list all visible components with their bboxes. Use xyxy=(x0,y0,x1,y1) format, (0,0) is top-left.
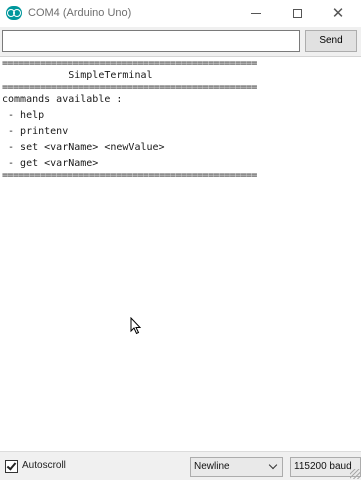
output-line: - set <varName> <newValue> xyxy=(2,142,165,153)
mouse-pointer-icon xyxy=(130,317,142,335)
maximize-button[interactable] xyxy=(280,0,314,27)
output-line: commands available : xyxy=(2,94,123,105)
send-bar: Send xyxy=(0,27,361,57)
window-title: COM4 (Arduino Uno) xyxy=(28,7,132,19)
baud-rate-value: 115200 baud xyxy=(294,461,352,472)
autoscroll-checkbox[interactable] xyxy=(5,460,18,473)
status-bar: Autoscroll Newline 115200 baud xyxy=(0,451,361,480)
output-line: ========================================… xyxy=(2,58,257,69)
serial-output[interactable]: ========================================… xyxy=(0,58,361,450)
output-line: ========================================… xyxy=(2,170,257,181)
send-input[interactable] xyxy=(2,30,300,52)
output-line: - printenv xyxy=(2,126,69,137)
resize-grip-icon[interactable] xyxy=(350,469,360,479)
arduino-logo-icon xyxy=(6,6,22,20)
close-button[interactable]: ✕ xyxy=(321,0,355,27)
send-button[interactable]: Send xyxy=(305,30,357,52)
output-line: - help xyxy=(2,110,45,121)
chevron-down-icon xyxy=(268,460,278,470)
minimize-icon xyxy=(251,13,261,14)
autoscroll-label: Autoscroll xyxy=(22,460,66,471)
output-line: ========================================… xyxy=(2,82,257,93)
close-icon: ✕ xyxy=(331,5,345,22)
maximize-icon xyxy=(292,9,302,18)
title-bar: COM4 (Arduino Uno) ✕ xyxy=(0,0,361,27)
line-ending-select[interactable]: Newline xyxy=(190,457,283,477)
line-ending-value: Newline xyxy=(194,461,230,472)
checkmark-icon xyxy=(6,460,17,471)
minimize-button[interactable] xyxy=(239,0,273,27)
